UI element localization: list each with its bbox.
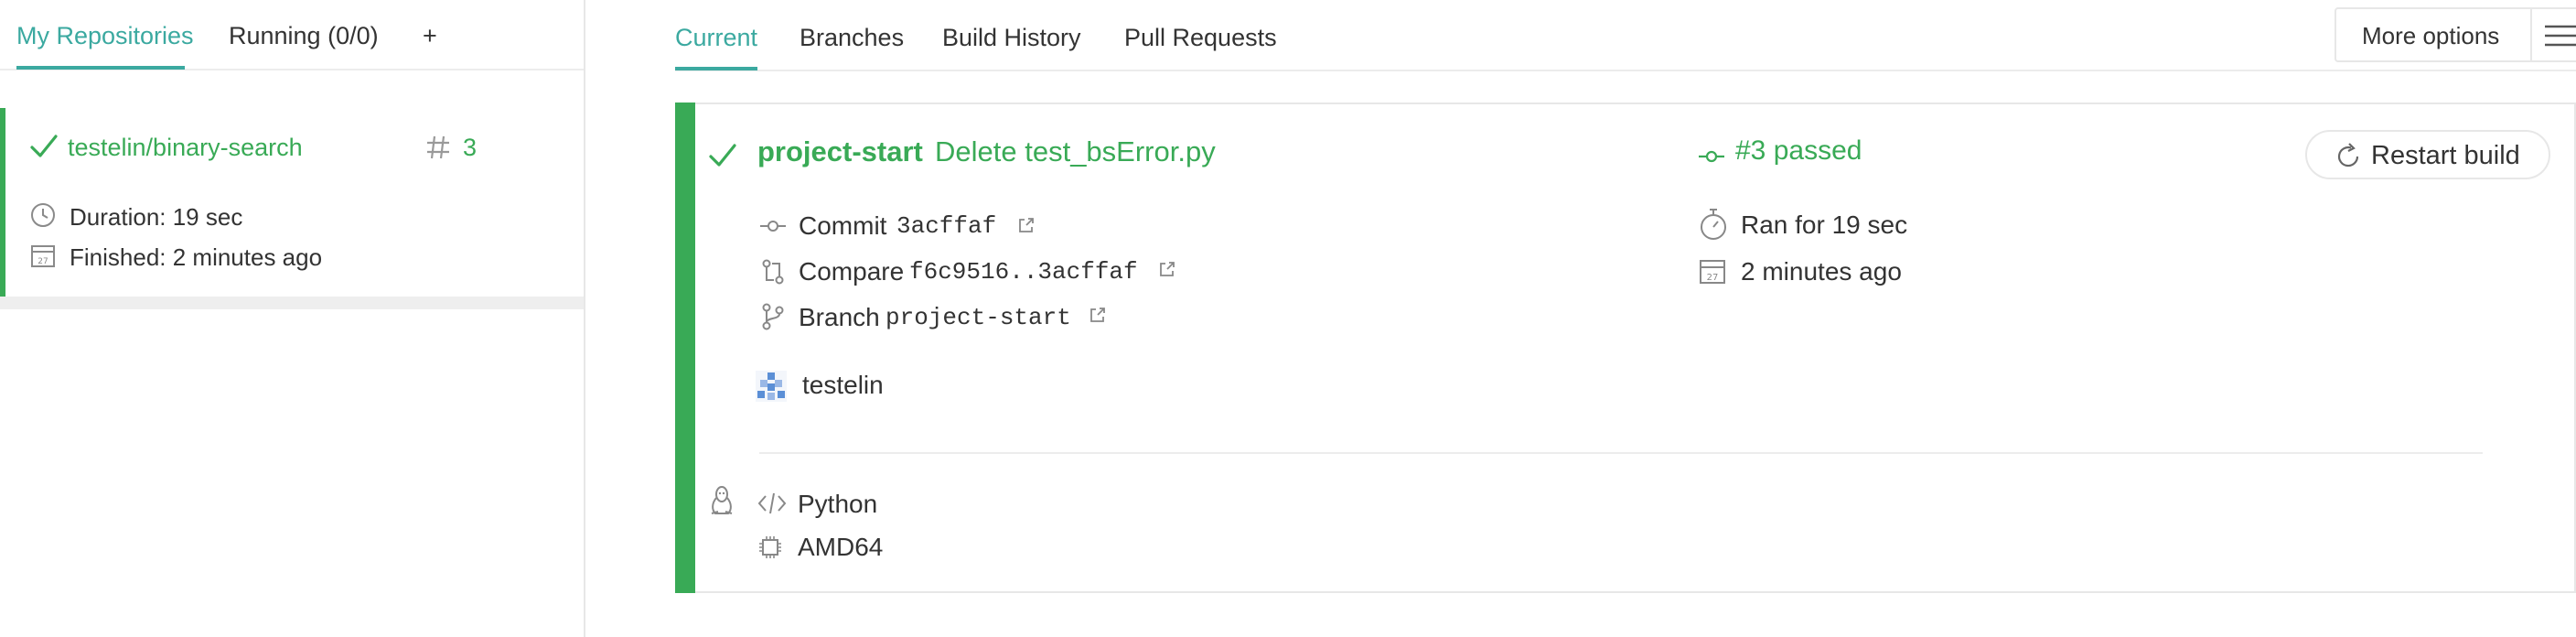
author-name: testelin — [802, 371, 884, 399]
arch-text: AMD64 — [798, 533, 884, 561]
check-icon — [29, 132, 59, 161]
commit-icon — [1698, 143, 1725, 170]
tab-running[interactable]: Running (0/0) — [229, 22, 379, 50]
external-link-icon[interactable] — [1158, 260, 1176, 278]
check-icon — [708, 141, 737, 170]
build-status-bar — [675, 103, 695, 593]
compare-label: Compare — [799, 257, 905, 286]
branch-label: Branch — [799, 303, 880, 331]
compare-range-link[interactable]: f6c9516..3acffaf — [909, 258, 1138, 286]
code-icon — [757, 491, 787, 516]
calendar-icon: 27 — [29, 242, 57, 269]
calendar-icon: 27 — [1698, 256, 1727, 286]
restart-icon — [2334, 143, 2362, 170]
restart-build-label: Restart build — [2371, 141, 2520, 170]
commit-hash-link[interactable]: 3acffaf — [896, 212, 996, 240]
hamburger-menu-icon — [2543, 22, 2576, 49]
tab-pull-requests[interactable]: Pull Requests — [1124, 24, 1277, 52]
author-avatar — [756, 371, 787, 402]
tab-my-repositories[interactable]: My Repositories — [16, 22, 194, 50]
active-tab-indicator — [16, 66, 185, 70]
hash-icon — [424, 134, 452, 161]
commit-icon — [759, 212, 787, 240]
svg-text:27: 27 — [38, 257, 48, 266]
tab-branches[interactable]: Branches — [800, 24, 904, 52]
build-status-link[interactable]: #3 passed — [1735, 135, 1862, 167]
finished-text: Finished: 2 minutes ago — [70, 243, 323, 271]
branch-icon — [759, 303, 787, 330]
main-tabs-divider — [675, 70, 2576, 71]
restart-build-button[interactable]: Restart build — [2305, 130, 2550, 179]
stopwatch-icon — [1698, 207, 1729, 242]
duration-text: Duration: 19 sec — [70, 203, 243, 231]
build-branch-title[interactable]: project-start — [757, 135, 923, 168]
repository-card-footer — [0, 297, 584, 309]
finished-ago-text: 2 minutes ago — [1741, 257, 1902, 286]
more-options-label: More options — [2362, 22, 2500, 49]
external-link-icon[interactable] — [1017, 216, 1036, 234]
button-separator — [2530, 9, 2532, 60]
branch-name-link[interactable]: project-start — [886, 304, 1071, 331]
external-link-icon[interactable] — [1089, 306, 1107, 324]
card-divider — [759, 452, 2483, 454]
repositories-sidebar: My Repositories Running (0/0) + testelin… — [0, 0, 585, 637]
commit-label: Commit — [799, 211, 887, 240]
add-repository-button[interactable]: + — [423, 22, 437, 50]
commit-message[interactable]: Delete test_bsError.py — [935, 135, 1216, 168]
linux-icon — [708, 485, 735, 516]
build-number-link[interactable]: 3 — [463, 134, 477, 162]
clock-icon — [29, 201, 57, 229]
build-summary-card — [675, 103, 2576, 593]
active-tab-indicator — [675, 67, 757, 70]
tab-build-history[interactable]: Build History — [942, 24, 1081, 52]
more-options-button[interactable]: More options — [2334, 7, 2576, 62]
svg-text:27: 27 — [1707, 273, 1719, 283]
ran-for-text: Ran for 19 sec — [1741, 211, 1908, 239]
language-text: Python — [798, 490, 878, 518]
repository-name-link[interactable]: testelin/binary-search — [68, 134, 303, 162]
tab-current[interactable]: Current — [675, 24, 757, 52]
cpu-icon — [757, 534, 783, 560]
repository-card[interactable]: testelin/binary-search 3 Duration: 19 se… — [0, 108, 584, 297]
compare-icon — [759, 258, 787, 286]
